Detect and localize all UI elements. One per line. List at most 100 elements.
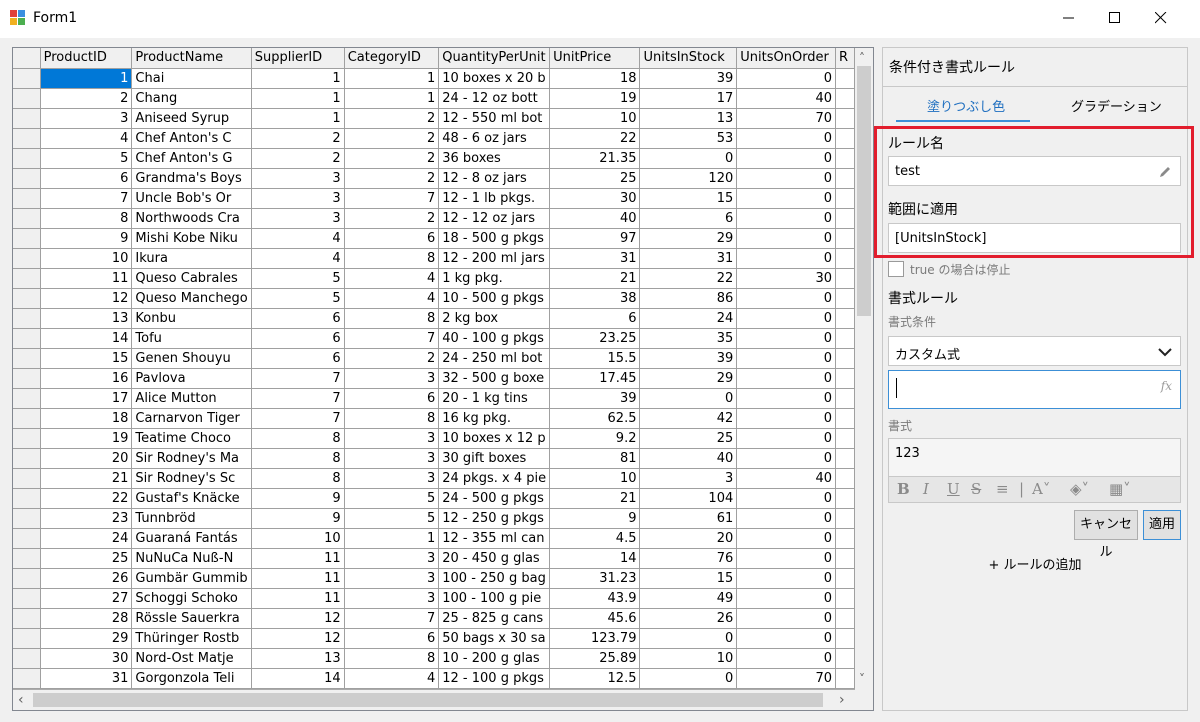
row-header[interactable] — [13, 288, 41, 309]
table-cell[interactable]: 0 — [736, 128, 837, 149]
table-cell[interactable]: 3 — [40, 108, 133, 129]
table-cell[interactable] — [835, 328, 855, 349]
table-cell[interactable]: 14 — [40, 328, 133, 349]
table-cell[interactable] — [835, 528, 855, 549]
table-cell[interactable]: Konbu — [131, 308, 252, 329]
table-row[interactable]: 19 Teatime Choco 8 3 10 boxes x 12 p 9.2 25 0 — [13, 428, 855, 449]
table-row[interactable]: 17 Alice Mutton 7 6 20 - 1 kg tins 39 0 0 — [13, 388, 855, 409]
table-cell[interactable] — [835, 248, 855, 269]
apply-button[interactable]: 適用 — [1143, 510, 1181, 540]
table-cell[interactable]: 3 — [344, 568, 440, 589]
table-cell[interactable]: 120 — [639, 168, 738, 189]
table-cell[interactable] — [835, 428, 855, 449]
table-cell[interactable]: Uncle Bob's Or — [131, 188, 252, 209]
table-cell[interactable]: 0 — [639, 388, 738, 409]
table-cell[interactable]: 62.5 — [549, 408, 641, 429]
stop-if-true-checkbox[interactable] — [888, 261, 904, 277]
table-cell[interactable]: 61 — [639, 508, 738, 529]
row-header[interactable] — [13, 168, 41, 189]
table-cell[interactable]: 28 — [40, 608, 133, 629]
table-cell[interactable]: 30 — [549, 188, 641, 209]
table-cell[interactable]: 31 — [639, 248, 738, 269]
table-cell[interactable]: 8 — [344, 648, 440, 669]
table-row[interactable]: 11 Queso Cabrales 5 4 1 kg pkg. 21 22 30 — [13, 268, 855, 289]
table-row[interactable]: 24 Guaraná Fantás 10 1 12 - 355 ml can 4.5 20 0 — [13, 528, 855, 549]
row-header[interactable] — [13, 88, 41, 109]
table-cell[interactable]: 20 - 450 g glas — [438, 548, 551, 569]
table-cell[interactable]: 25 — [639, 428, 738, 449]
table-cell[interactable] — [835, 448, 855, 469]
table-cell[interactable]: 43.9 — [549, 588, 641, 609]
table-cell[interactable]: 97 — [549, 228, 641, 249]
table-cell[interactable]: Gustaf's Knäcke — [131, 488, 252, 509]
table-cell[interactable]: 29 — [639, 228, 738, 249]
row-header[interactable] — [13, 608, 41, 629]
table-cell[interactable]: 38 — [549, 288, 641, 309]
table-cell[interactable]: 104 — [639, 488, 738, 509]
table-cell[interactable]: Gumbär Gummib — [131, 568, 252, 589]
table-cell[interactable]: 3 — [344, 548, 440, 569]
table-cell[interactable]: Queso Cabrales — [131, 268, 252, 289]
table-cell[interactable]: 0 — [736, 588, 837, 609]
table-cell[interactable]: 0 — [736, 308, 837, 329]
table-cell[interactable]: 8 — [251, 428, 345, 449]
table-cell[interactable] — [835, 348, 855, 369]
table-cell[interactable]: 21 — [549, 488, 641, 509]
table-cell[interactable]: 0 — [639, 628, 738, 649]
font-color-icon[interactable]: A˅ — [1032, 480, 1050, 498]
table-cell[interactable]: 3 — [251, 168, 345, 189]
align-icon[interactable]: ≡ — [996, 480, 1009, 498]
table-cell[interactable]: 70 — [736, 108, 837, 129]
table-cell[interactable]: 9 — [251, 488, 345, 509]
table-cell[interactable]: 22 — [639, 268, 738, 289]
table-cell[interactable]: 31 — [549, 248, 641, 269]
table-cell[interactable]: 10 — [251, 528, 345, 549]
table-cell[interactable]: 2 — [251, 128, 345, 149]
table-cell[interactable]: 6 — [251, 328, 345, 349]
table-cell[interactable]: 12 - 200 ml jars — [438, 248, 551, 269]
table-row[interactable]: 12 Queso Manchego 5 4 10 - 500 g pkgs 38 86 0 — [13, 288, 855, 309]
table-cell[interactable]: 21 — [40, 468, 133, 489]
table-cell[interactable]: 20 — [639, 528, 738, 549]
table-cell[interactable]: Ikura — [131, 248, 252, 269]
table-cell[interactable] — [835, 568, 855, 589]
table-cell[interactable]: 4 — [344, 668, 440, 689]
strikethrough-icon[interactable]: S — [971, 480, 981, 498]
table-row[interactable]: 2 Chang 1 1 24 - 12 oz bott 19 17 40 — [13, 88, 855, 109]
vertical-scrollbar[interactable]: ˄ ˅ — [855, 48, 873, 690]
table-cell[interactable]: 4 — [251, 228, 345, 249]
table-cell[interactable]: 6 — [344, 628, 440, 649]
table-cell[interactable]: 0 — [736, 228, 837, 249]
row-header[interactable] — [13, 248, 41, 269]
table-row[interactable]: 15 Genen Shouyu 6 2 24 - 250 ml bot 15.5 39 0 — [13, 348, 855, 369]
row-header[interactable] — [13, 368, 41, 389]
underline-icon[interactable]: U — [947, 480, 960, 498]
column-header[interactable]: QuantityPerUnit — [438, 48, 551, 69]
table-cell[interactable]: 8 — [251, 448, 345, 469]
column-header[interactable]: CategoryID — [344, 48, 440, 69]
table-cell[interactable] — [835, 268, 855, 289]
close-button[interactable] — [1138, 0, 1184, 36]
table-cell[interactable]: 3 — [251, 208, 345, 229]
table-cell[interactable]: 0 — [736, 148, 837, 169]
table-cell[interactable] — [835, 148, 855, 169]
table-cell[interactable]: 5 — [251, 288, 345, 309]
table-cell[interactable] — [835, 508, 855, 529]
table-cell[interactable]: 2 — [344, 348, 440, 369]
table-cell[interactable]: 12 - 250 g pkgs — [438, 508, 551, 529]
table-cell[interactable] — [835, 548, 855, 569]
row-header[interactable] — [13, 628, 41, 649]
table-cell[interactable]: Nord-Ost Matje — [131, 648, 252, 669]
format-condition-select[interactable]: カスタム式 — [888, 336, 1181, 366]
table-cell[interactable]: 15.5 — [549, 348, 641, 369]
table-cell[interactable]: 3 — [639, 468, 738, 489]
column-header[interactable]: ProductID — [40, 48, 133, 69]
table-cell[interactable]: 15 — [40, 348, 133, 369]
table-cell[interactable]: 5 — [344, 508, 440, 529]
table-cell[interactable]: Thüringer Rostb — [131, 628, 252, 649]
table-cell[interactable]: 12 - 550 ml bot — [438, 108, 551, 129]
table-cell[interactable]: 14 — [251, 668, 345, 689]
table-cell[interactable]: 17 — [40, 388, 133, 409]
add-rule-link[interactable]: + ルールの追加 — [883, 554, 1187, 573]
table-cell[interactable]: 25.89 — [549, 648, 641, 669]
